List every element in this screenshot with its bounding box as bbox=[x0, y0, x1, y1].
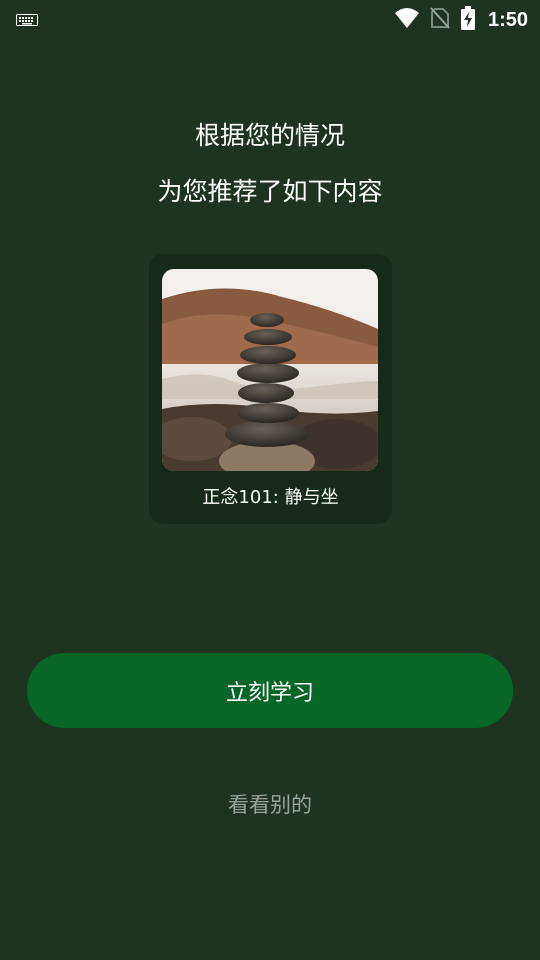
headline-line-1: 根据您的情况 bbox=[194, 121, 345, 150]
start-learning-label: 立刻学习 bbox=[225, 680, 314, 706]
headline-line-2: 为您推荐了如下内容 bbox=[157, 177, 383, 206]
recommendation-title: 正念101: 静与坐 bbox=[202, 487, 339, 508]
stacked-stones-image bbox=[162, 269, 378, 471]
keyboard-icon bbox=[16, 11, 38, 30]
status-bar: 1:50 bbox=[0, 0, 540, 36]
start-learning-button[interactable]: 立刻学习 bbox=[27, 653, 513, 728]
no-sim-icon bbox=[430, 7, 450, 33]
battery-charging-icon bbox=[460, 6, 476, 34]
see-other-link[interactable]: 看看别的 bbox=[0, 789, 540, 819]
status-time: 1:50 bbox=[487, 8, 528, 31]
wifi-icon bbox=[394, 7, 420, 33]
recommendation-card[interactable]: 正念101: 静与坐 bbox=[149, 254, 392, 524]
